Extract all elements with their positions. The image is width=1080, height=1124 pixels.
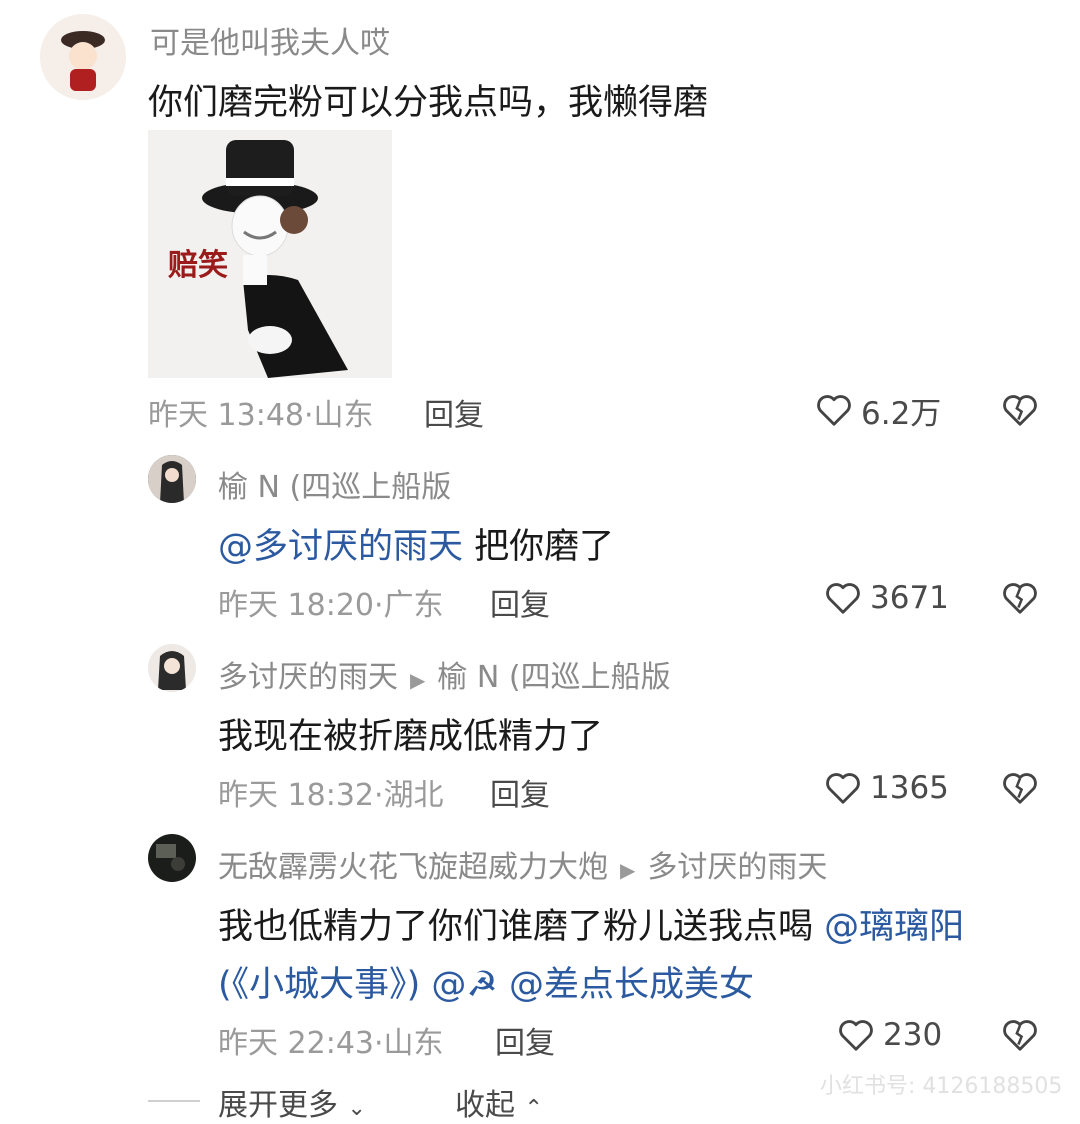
- chevron-up-icon: ⌃: [524, 1096, 543, 1121]
- expand-more-label: 展开更多: [218, 1088, 338, 1123]
- heart-icon: [826, 773, 860, 804]
- reply-text: 我现在被折磨成低精力了: [218, 717, 604, 757]
- avatar[interactable]: [148, 455, 196, 503]
- reply-username[interactable]: 榆 N (四巡上船版: [218, 462, 451, 506]
- reply-button[interactable]: 回复: [424, 390, 484, 434]
- broken-heart-icon: [1003, 1020, 1037, 1051]
- reply-time: 昨天 18:20: [218, 588, 374, 623]
- reply-location: 广东: [383, 588, 444, 623]
- reply-username[interactable]: 多讨厌的雨天: [218, 660, 398, 695]
- dislike-button[interactable]: [1000, 578, 1040, 618]
- reply-text-line-2[interactable]: (《小城大事》) @☭ @差点长成美女: [218, 956, 754, 1007]
- reply-time: 昨天 18:32: [218, 778, 374, 813]
- avatar-illustration: [148, 644, 196, 692]
- reply-text-body: 我也低精力了你们谁磨了粉儿送我点喝: [218, 907, 825, 947]
- mention-link[interactable]: @多讨厌的雨天: [218, 527, 463, 567]
- expand-more-button[interactable]: 展开更多 ⌄: [218, 1080, 366, 1124]
- reply-button[interactable]: 回复: [495, 1018, 555, 1062]
- comment-sticker-image[interactable]: 赔笑: [148, 130, 392, 378]
- comment-meta: 昨天 13:48·山东: [148, 398, 374, 433]
- reply-button[interactable]: 回复: [490, 580, 550, 624]
- comment-text: 你们磨完粉可以分我点吗，我懒得磨: [148, 83, 709, 123]
- arrow-right-icon: ▶: [410, 668, 426, 692]
- reply-text-body: 把你磨了: [463, 527, 615, 567]
- watermark: 小红书号: 4126188505: [820, 1074, 1063, 1099]
- reply-button[interactable]: 回复: [490, 770, 550, 814]
- avatar[interactable]: [148, 644, 196, 692]
- like-button[interactable]: 230: [837, 1015, 942, 1055]
- chevron-down-icon: ⌄: [347, 1096, 366, 1121]
- reply-meta: 昨天 18:20·广东: [218, 588, 444, 623]
- reply-time: 昨天 22:43: [218, 1026, 374, 1061]
- reply-username[interactable]: 无敌霹雳火花飞旋超威力大炮: [218, 850, 608, 885]
- heart-icon: [839, 1020, 873, 1051]
- avatar[interactable]: [40, 14, 126, 100]
- reply-meta: 昨天 22:43·山东: [218, 1026, 444, 1061]
- like-count: 1365: [870, 770, 949, 806]
- like-count: 6.2万: [861, 395, 942, 432]
- comment-time: 昨天 13:48: [148, 398, 304, 433]
- broken-heart-icon: [1003, 583, 1037, 614]
- reply-meta: 昨天 18:32·湖北: [218, 778, 444, 813]
- mention-link[interactable]: @璃璃阳: [824, 907, 964, 947]
- heart-icon: [826, 583, 860, 614]
- reply-username-line: 多讨厌的雨天 ▶ 榆 N (四巡上船版: [218, 652, 671, 696]
- sticker-label: 赔笑: [168, 248, 228, 283]
- like-count: 230: [883, 1017, 943, 1053]
- avatar-illustration: [148, 455, 196, 503]
- reply-text-line-1: 我也低精力了你们谁磨了粉儿送我点喝 @璃璃阳: [218, 898, 964, 949]
- like-button[interactable]: 1365: [824, 768, 949, 808]
- dislike-button[interactable]: [1000, 768, 1040, 808]
- avatar[interactable]: [148, 834, 196, 882]
- comment-username[interactable]: 可是他叫我夫人哎: [150, 18, 390, 62]
- collapse-button[interactable]: 收起 ⌃: [455, 1080, 543, 1124]
- like-count: 3671: [870, 580, 949, 616]
- comment-location: 山东: [313, 398, 374, 433]
- avatar-illustration: [40, 14, 126, 100]
- broken-heart-icon: [1003, 773, 1037, 804]
- reply-location: 山东: [383, 1026, 444, 1061]
- divider-line: [148, 1100, 200, 1102]
- arrow-right-icon: ▶: [620, 858, 636, 882]
- reply-text: @多讨厌的雨天 把你磨了: [218, 518, 614, 569]
- avatar-illustration: [148, 834, 196, 882]
- reply-username-line: 无敌霹雳火花飞旋超威力大炮 ▶ 多讨厌的雨天: [218, 842, 827, 886]
- reply-to-username[interactable]: 多讨厌的雨天: [647, 850, 827, 885]
- reply-location: 湖北: [383, 778, 444, 813]
- collapse-label: 收起: [455, 1088, 515, 1123]
- dislike-button[interactable]: [1000, 390, 1040, 430]
- like-button[interactable]: 6.2万: [815, 390, 942, 432]
- like-button[interactable]: 3671: [824, 578, 949, 618]
- heart-icon: [817, 395, 851, 426]
- dislike-button[interactable]: [1000, 1015, 1040, 1055]
- broken-heart-icon: [1003, 395, 1037, 426]
- reply-to-username[interactable]: 榆 N (四巡上船版: [437, 660, 670, 695]
